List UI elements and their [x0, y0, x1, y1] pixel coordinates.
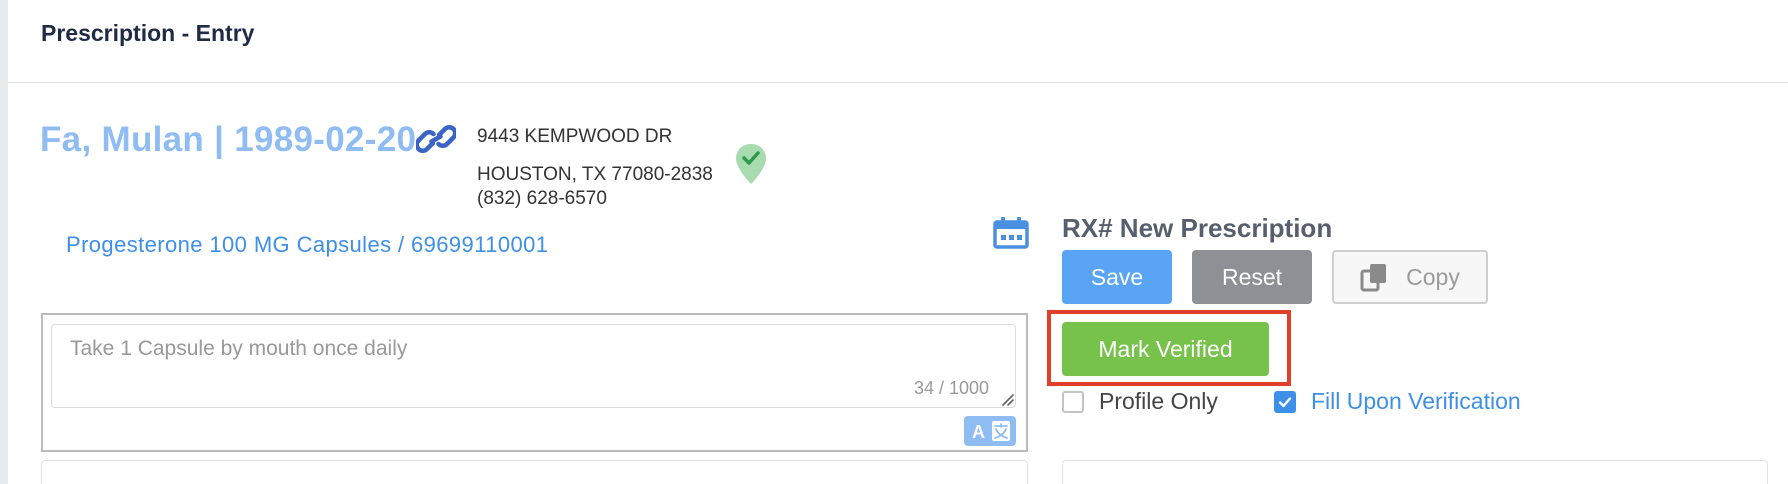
resize-handle-icon[interactable]: [1000, 392, 1014, 406]
reset-button-label: Reset: [1221, 263, 1283, 290]
patient-address-line1: 9443 KEMPWOOD DR: [477, 126, 673, 147]
page-title: Prescription - Entry: [41, 20, 255, 46]
mark-verified-label: Mark Verified: [1098, 335, 1233, 362]
reset-button[interactable]: Reset: [1192, 250, 1312, 304]
lower-right-panel: [1062, 460, 1768, 484]
patient-phone: (832) 628-6570: [477, 188, 607, 209]
link-icon[interactable]: [416, 122, 456, 156]
left-edge-strip: [0, 0, 8, 484]
copy-icon: [1360, 264, 1387, 292]
copy-button-label: Copy: [1406, 263, 1460, 290]
copy-button[interactable]: Copy: [1332, 250, 1488, 304]
drug-link[interactable]: Progesterone 100 MG Capsules / 696991100…: [66, 232, 548, 258]
translate-glyph-icon: A: [972, 421, 1010, 442]
fill-upon-verification-checkbox[interactable]: [1274, 391, 1296, 413]
rx-number-title: RX# New Prescription: [1062, 213, 1333, 243]
sig-char-counter: 34 / 1000: [914, 378, 990, 398]
sig-text[interactable]: Take 1 Capsule by mouth once daily: [70, 337, 407, 361]
profile-only-label[interactable]: Profile Only: [1099, 388, 1218, 415]
page-header: Prescription - Entry: [8, 0, 1788, 83]
svg-text:A: A: [972, 422, 985, 442]
save-button[interactable]: Save: [1062, 250, 1172, 304]
translate-icon[interactable]: A: [964, 416, 1016, 446]
mark-verified-button[interactable]: Mark Verified: [1062, 322, 1269, 376]
fill-upon-verification-label[interactable]: Fill Upon Verification: [1311, 388, 1521, 415]
map-pin-check-icon: [736, 144, 766, 184]
calendar-icon[interactable]: [992, 216, 1030, 250]
profile-only-checkbox[interactable]: [1062, 391, 1084, 413]
checkmark-icon: [1278, 397, 1292, 408]
lower-left-panel: [41, 460, 1028, 484]
patient-name-dob[interactable]: Fa, Mulan | 1989-02-20: [40, 120, 416, 160]
save-button-label: Save: [1090, 263, 1144, 290]
patient-address-line2: HOUSTON, TX 77080-2838: [477, 164, 713, 185]
